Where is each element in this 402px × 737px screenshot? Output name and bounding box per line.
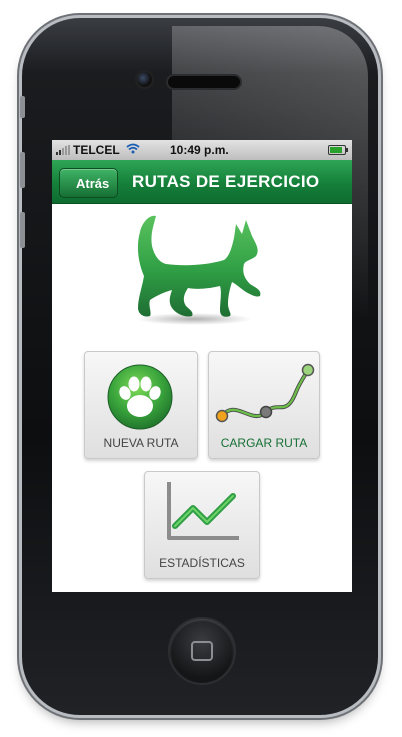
dog-silhouette-icon [136, 215, 261, 325]
nueva-ruta-label: NUEVA RUTA [103, 436, 179, 450]
status-bar: TELCEL 10:49 p.m. [52, 140, 352, 160]
nueva-ruta-button[interactable]: NUEVA RUTA [84, 351, 198, 459]
route-icon [215, 363, 315, 423]
battery-icon [328, 145, 348, 155]
estadisticas-button[interactable]: ESTADÍSTICAS [144, 471, 260, 579]
page-title: RUTAS DE EJERCICIO [132, 172, 320, 191]
mute-switch [20, 96, 25, 118]
back-arrow-icon [52, 167, 78, 198]
front-camera [135, 70, 154, 89]
paw-icon [107, 364, 173, 430]
navigation-bar: Atrás RUTAS DE EJERCICIO [52, 160, 352, 204]
cargar-ruta-label: CARGAR RUTA [220, 436, 308, 450]
carrier-name: TELCEL [73, 143, 120, 157]
app-screen: TELCEL 10:49 p.m. Atrás RUTAS DE EJERCIC… [52, 140, 352, 592]
earpiece-speaker [166, 74, 242, 90]
back-button[interactable]: Atrás [52, 167, 119, 198]
volume-down-button [20, 212, 25, 248]
status-time: 10:49 p.m. [170, 143, 229, 157]
line-chart-icon [167, 482, 239, 540]
wifi-icon [126, 143, 140, 157]
estadisticas-label: ESTADÍSTICAS [159, 556, 245, 570]
back-button-label: Atrás [76, 175, 110, 191]
home-square-icon [191, 641, 213, 661]
cargar-ruta-button[interactable]: CARGAR RUTA [208, 351, 320, 459]
signal-strength-icon [56, 145, 70, 155]
volume-up-button [20, 152, 25, 188]
